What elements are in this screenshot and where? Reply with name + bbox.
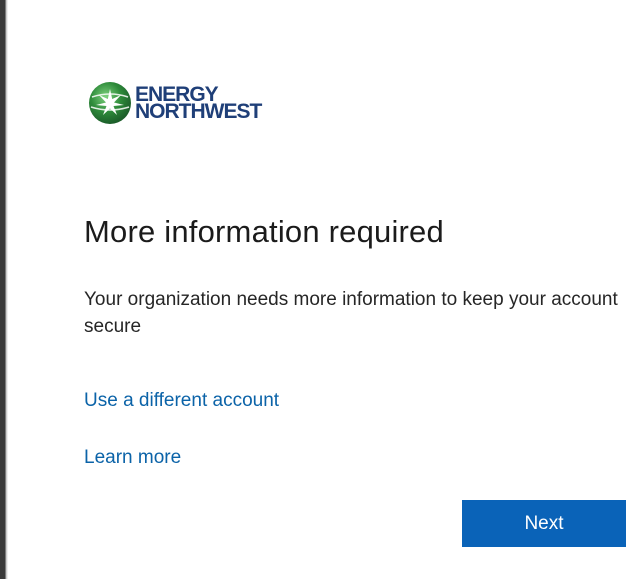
energy-northwest-logo: ENERGY NORTHWEST (88, 80, 262, 126)
learn-more-link[interactable]: Learn more (84, 447, 181, 469)
page-description: Your organization needs more information… (84, 289, 618, 337)
use-different-account-link[interactable]: Use a different account (84, 390, 279, 412)
sign-in-panel: ENERGY NORTHWEST More information requir… (0, 0, 626, 579)
next-button[interactable]: Next (462, 500, 626, 547)
window-edge (0, 0, 8, 579)
page-title: More information required (84, 214, 444, 249)
logo-wordmark: ENERGY NORTHWEST (135, 84, 262, 123)
logo-globe-icon (89, 82, 131, 124)
logo-line-2: NORTHWEST (135, 99, 262, 123)
